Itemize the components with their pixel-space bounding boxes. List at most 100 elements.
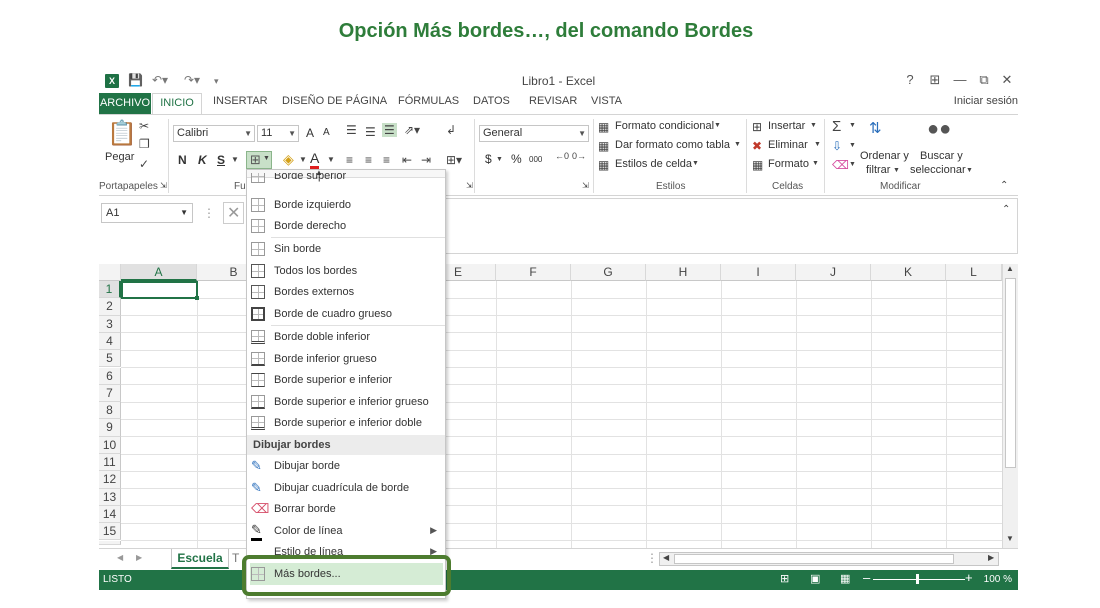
row-head-10[interactable]: 10 [99, 436, 121, 454]
sheet-tab-partial[interactable]: T [232, 551, 239, 565]
restore-icon[interactable]: ⧉ [974, 72, 994, 88]
align-left-icon[interactable]: ≡ [346, 153, 353, 167]
increase-decimal-icon[interactable]: ←0 [555, 151, 569, 161]
underline-button[interactable]: S [217, 153, 225, 167]
sign-in-link[interactable]: Iniciar sesión [954, 95, 1018, 107]
horizontal-scroll-thumb[interactable] [674, 554, 954, 564]
sort-filter-icon[interactable]: ⇅ [869, 119, 882, 137]
find-select-button[interactable]: Buscar y [920, 150, 963, 162]
format-cells-button[interactable]: Formato [768, 158, 809, 170]
conditional-format-icon[interactable]: ▦ [598, 120, 609, 134]
zoom-slider-knob[interactable] [916, 574, 919, 584]
help-button[interactable]: ? [900, 72, 920, 87]
menu-item-borrar-borde[interactable]: ⌫ Borrar borde [247, 499, 445, 520]
zoom-level[interactable]: 100 % [984, 574, 1012, 585]
cancel-entry-icon[interactable]: ✕ [223, 202, 245, 224]
normal-view-icon[interactable]: ⊞ [780, 572, 789, 585]
row-head-2[interactable]: 2 [99, 298, 121, 316]
format-cells-icon[interactable]: ▦ [752, 158, 763, 172]
row-head-7[interactable]: 7 [99, 384, 121, 403]
vertical-scroll-thumb[interactable] [1005, 278, 1016, 468]
delete-cells-icon[interactable]: ✖ [752, 139, 762, 153]
sort-filter-button[interactable]: Ordenar y [860, 150, 909, 162]
wrap-text-icon[interactable]: ↲ [446, 123, 456, 137]
tab-insertar[interactable]: INSERTAR [213, 95, 268, 107]
autosum-dropdown-icon[interactable]: ▼ [849, 122, 856, 129]
borders-button[interactable]: ⊞ ▼ [246, 151, 272, 169]
merge-center-icon[interactable]: ⊞▾ [446, 153, 462, 167]
scroll-up-icon[interactable]: ▲ [1006, 264, 1014, 273]
col-head-h[interactable]: H [646, 264, 721, 281]
alignment-launcher-icon[interactable]: ⇲ [466, 181, 473, 190]
currency-button[interactable]: $ [485, 152, 492, 166]
minimize-icon[interactable]: — [950, 72, 970, 87]
zoom-in-icon[interactable]: + [965, 570, 973, 585]
prev-sheet-icon[interactable]: ◀ [117, 553, 123, 562]
align-bottom-icon[interactable]: ☰ [382, 123, 397, 137]
clear-dropdown-icon[interactable]: ▼ [849, 161, 856, 168]
row-head-13[interactable]: 13 [99, 488, 121, 506]
row-head-8[interactable]: 8 [99, 402, 121, 420]
fill-dropdown-icon[interactable]: ▼ [849, 142, 856, 149]
col-head-i[interactable]: I [721, 264, 796, 281]
row-head-9[interactable]: 9 [99, 419, 121, 437]
align-center-icon[interactable]: ≡ [365, 153, 372, 167]
tab-archivo[interactable]: ARCHIVO [99, 93, 151, 114]
col-head-k[interactable]: K [871, 264, 946, 281]
cut-icon[interactable]: ✂ [139, 119, 149, 133]
menu-item-bordes-externos[interactable]: Bordes externos [247, 282, 445, 303]
zoom-slider[interactable] [873, 579, 965, 580]
active-cell-a1[interactable] [121, 281, 198, 299]
find-select-icon[interactable]: ●● [927, 118, 951, 141]
row-head-16[interactable]: 16 [99, 540, 121, 545]
menu-item-sin-borde[interactable]: Sin borde [247, 239, 445, 260]
menu-item-superior-inferior-doble[interactable]: Borde superior e inferior doble [247, 413, 445, 434]
menu-item-borde-izquierdo[interactable]: Borde izquierdo [247, 195, 445, 216]
tab-formulas[interactable]: FÓRMULAS [398, 95, 459, 107]
scroll-right-icon[interactable]: ▶ [988, 553, 994, 562]
thousands-button[interactable]: 000 [529, 155, 542, 164]
align-top-icon[interactable]: ☰ [346, 123, 357, 137]
formula-input[interactable] [444, 198, 1018, 254]
col-head-a[interactable]: A [121, 264, 197, 281]
conditional-format-button[interactable]: Formato condicional [615, 120, 714, 132]
underline-dropdown-icon[interactable]: ▼ [231, 155, 239, 164]
increase-indent-icon[interactable]: ⇥ [421, 153, 431, 167]
page-break-icon[interactable]: ▦ [840, 572, 850, 585]
decrease-font-button[interactable]: A [323, 127, 330, 138]
tab-revisar[interactable]: REVISAR [529, 95, 577, 107]
delete-cells-button[interactable]: Eliminar [768, 139, 808, 151]
dialog-launcher-icon[interactable]: ⇲ [160, 181, 167, 190]
scroll-down-icon[interactable]: ▼ [1006, 534, 1014, 543]
insert-cells-button[interactable]: Insertar [768, 120, 805, 132]
fill-icon[interactable]: ⇩ [832, 139, 842, 153]
font-name-select[interactable]: Calibri ▼ [173, 125, 255, 142]
menu-item-borde-superior[interactable]: Borde superior [247, 173, 445, 185]
find-select-button-line2[interactable]: seleccionar [910, 164, 966, 176]
menu-item-cuadro-grueso[interactable]: Borde de cuadro grueso [247, 304, 445, 325]
insert-cells-icon[interactable]: ⊞ [752, 120, 762, 134]
collapse-ribbon-icon[interactable]: ⌃ [1000, 180, 1008, 191]
menu-item-superior-inferior[interactable]: Borde superior e inferior [247, 370, 445, 391]
row-head-11[interactable]: 11 [99, 454, 121, 472]
row-head-4[interactable]: 4 [99, 332, 121, 351]
sheet-tab-escuela[interactable]: Escuela [171, 549, 229, 569]
tab-inicio[interactable]: INICIO [152, 93, 202, 115]
worksheet-grid[interactable]: A B E F G H I J K L 1 2 3 4 5 6 7 8 9 10… [99, 264, 1007, 548]
fill-handle[interactable] [195, 296, 199, 300]
col-head-g[interactable]: G [571, 264, 646, 281]
menu-item-color-linea[interactable]: ✎ Color de línea ▶ [247, 521, 445, 542]
row-head-14[interactable]: 14 [99, 505, 121, 524]
horizontal-scrollbar[interactable]: ◀ ▶ [659, 552, 999, 566]
copy-icon[interactable]: ❐ [139, 137, 150, 151]
increase-font-button[interactable]: A [306, 126, 314, 140]
number-launcher-icon[interactable]: ⇲ [582, 181, 589, 190]
row-head-1[interactable]: 1 [99, 281, 121, 299]
italic-button[interactable]: K [198, 153, 207, 167]
collapse-formula-icon[interactable]: ⌃ [1002, 204, 1010, 215]
number-format-select[interactable]: General ▼ [479, 125, 589, 142]
format-table-icon[interactable]: ▦ [598, 139, 609, 153]
paste-icon[interactable]: 📋 [107, 119, 137, 148]
menu-item-dibujar-cuadricula[interactable]: ✎ Dibujar cuadrícula de borde [247, 478, 445, 499]
row-head-5[interactable]: 5 [99, 350, 121, 368]
